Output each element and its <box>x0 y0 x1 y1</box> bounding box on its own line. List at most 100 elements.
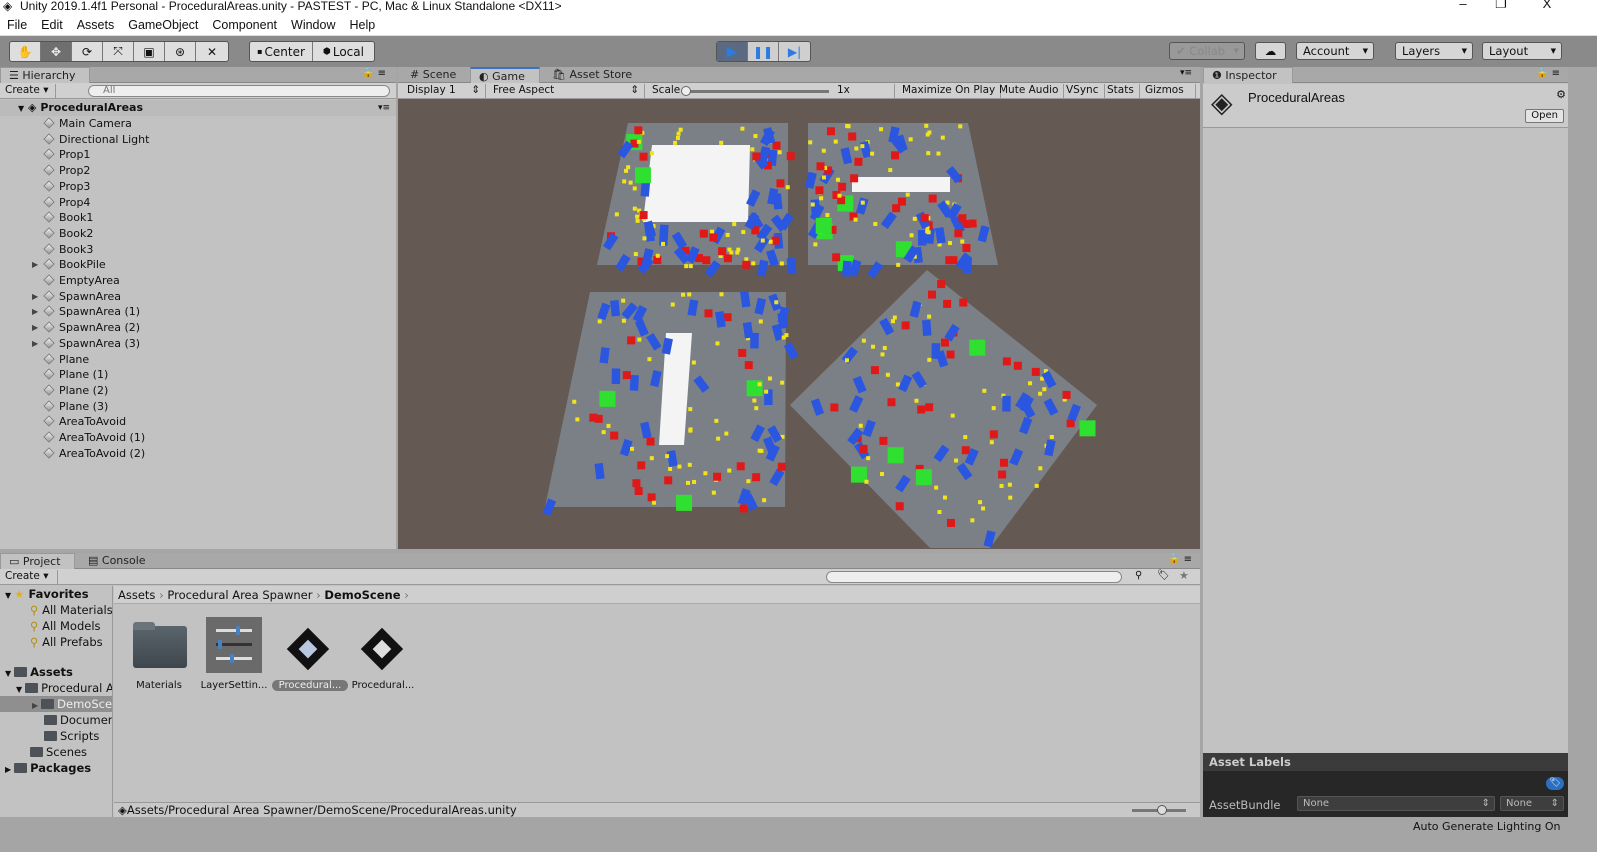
hierarchy-item[interactable]: ▶ SpawnArea (2) <box>0 320 140 336</box>
expand-triangle-icon[interactable]: ▶ <box>32 336 38 352</box>
project-search-input[interactable] <box>826 571 1122 583</box>
tab-game[interactable]: ◐ Game <box>470 67 540 83</box>
expand-triangle-icon[interactable]: ▶ <box>32 320 38 336</box>
menu-file[interactable]: File <box>0 17 34 35</box>
hierarchy-item[interactable]: Prop4 <box>0 195 90 211</box>
open-button[interactable]: Open <box>1525 109 1564 123</box>
asset-procedural-scene[interactable]: Procedural... <box>345 680 421 691</box>
hierarchy-item[interactable]: AreaToAvoid <box>0 414 126 430</box>
hierarchy-create-button[interactable]: Create ▾ <box>0 84 56 98</box>
rotate-tool-icon[interactable]: ⟳ <box>72 42 103 61</box>
tab-scene[interactable]: # Scene <box>402 67 464 83</box>
scale-handle[interactable] <box>681 86 691 96</box>
tab-hierarchy[interactable]: ☰ Hierarchy <box>0 67 90 83</box>
breadcrumb-assets[interactable]: Assets <box>118 588 155 602</box>
expand-triangle-icon[interactable]: ▶ <box>32 289 38 305</box>
gizmos-dropdown[interactable]: Gizmos ▾ <box>1140 84 1196 109</box>
hierarchy-item[interactable]: ▶ SpawnArea <box>0 289 121 305</box>
hierarchy-item[interactable]: Prop1 <box>0 147 90 163</box>
tree-documentation[interactable]: Documentation <box>44 712 112 728</box>
hierarchy-item[interactable]: AreaToAvoid (2) <box>0 446 145 462</box>
tab-project[interactable]: ▭ Project <box>0 553 75 569</box>
unity-scene-icon[interactable]: ◈ <box>280 616 336 675</box>
pivot-center-button[interactable]: ▪ Center <box>250 42 313 61</box>
menu-assets[interactable]: Assets <box>70 17 122 35</box>
icon-size-handle[interactable] <box>1157 805 1167 815</box>
breadcrumb-procedural[interactable]: Procedural Area Spawner <box>167 588 312 602</box>
asset-materials[interactable]: Materials <box>121 680 197 691</box>
display-dropdown[interactable]: Display 1 ⇕ <box>402 84 486 98</box>
hand-tool-icon[interactable]: ✋ <box>10 42 41 61</box>
filter-label-icon[interactable]: 🏷 <box>1157 570 1170 581</box>
hierarchy-item[interactable]: AreaToAvoid (1) <box>0 430 145 446</box>
tab-inspector[interactable]: ❶ Inspector <box>1203 67 1293 83</box>
game-viewport[interactable] <box>398 99 1200 549</box>
lock-menu-icon[interactable]: 🔒 ≡ <box>1168 554 1192 565</box>
menu-component[interactable]: Component <box>205 17 284 35</box>
scale-slider[interactable]: Scale 1x <box>647 84 895 98</box>
tree-all-models[interactable]: ⚲ All Models <box>30 618 101 634</box>
hierarchy-item[interactable]: ▶ SpawnArea (1) <box>0 304 140 320</box>
assetbundle-name-dropdown[interactable]: None ⇕ <box>1297 796 1495 811</box>
restore-button[interactable]: ❐ <box>1491 0 1511 10</box>
breadcrumb-demoscene[interactable]: DemoScene <box>324 588 400 602</box>
filter-type-icon[interactable]: ⚲ <box>1135 570 1142 581</box>
hierarchy-item[interactable]: ▶ BookPile <box>0 257 106 273</box>
tree-assets[interactable]: ▼ Assets <box>0 664 73 680</box>
hierarchy-item[interactable]: Main Camera <box>0 116 132 132</box>
tree-all-materials[interactable]: ⚲ All Materials <box>30 602 112 618</box>
tree-scripts[interactable]: Scripts <box>44 728 99 744</box>
tree-procedural[interactable]: ▼Procedural Area Spawner <box>16 680 112 696</box>
tab-asset-store[interactable]: 🛍 Asset Store <box>544 67 640 83</box>
hierarchy-item[interactable]: Book1 <box>0 210 93 226</box>
tree-demoscene[interactable]: ▶DemoScene <box>0 696 112 712</box>
assetbundle-variant-dropdown[interactable]: None ⇕ <box>1500 796 1564 811</box>
tab-console[interactable]: ▤ Console <box>80 553 154 569</box>
scene-menu-icon[interactable]: ▾≡ <box>378 100 390 116</box>
hierarchy-item[interactable]: Directional Light <box>0 132 149 148</box>
hierarchy-item[interactable]: Book3 <box>0 242 93 258</box>
menu-window[interactable]: Window <box>284 17 342 35</box>
hierarchy-item[interactable]: EmptyArea <box>0 273 120 289</box>
hierarchy-item[interactable]: Plane <box>0 352 89 368</box>
tree-scenes[interactable]: Scenes <box>30 744 87 760</box>
rect-tool-icon[interactable]: ▣ <box>134 42 165 61</box>
hierarchy-item[interactable]: ▶ SpawnArea (3) <box>0 336 140 352</box>
tree-all-prefabs[interactable]: ⚲ All Prefabs <box>30 634 103 650</box>
layout-dropdown[interactable]: Layout ▼ <box>1482 42 1562 60</box>
hierarchy-item[interactable]: Prop3 <box>0 179 90 195</box>
lock-menu-icon[interactable]: 🔒 ≡ <box>1536 68 1560 79</box>
tree-packages[interactable]: ▶ Packages <box>0 760 91 776</box>
hierarchy-item[interactable]: Plane (3) <box>0 399 108 415</box>
move-tool-icon[interactable]: ✥ <box>41 42 72 61</box>
label-tag-icon[interactable]: 🏷 <box>1546 777 1564 790</box>
favorite-star-icon[interactable]: ★ <box>1179 569 1189 582</box>
stats-toggle[interactable]: Stats <box>1102 84 1140 98</box>
expand-triangle-icon[interactable]: ▶ <box>32 304 38 320</box>
settings-sliders-icon[interactable] <box>206 617 262 673</box>
expand-triangle-icon[interactable]: ▶ <box>32 257 38 273</box>
menu-edit[interactable]: Edit <box>34 17 70 35</box>
project-create-button[interactable]: Create ▾ <box>0 570 58 584</box>
expand-triangle-icon[interactable]: ▼ <box>18 104 24 113</box>
cloud-button[interactable]: ☁ <box>1255 42 1286 60</box>
pause-button[interactable]: ❚❚ <box>748 42 780 61</box>
hierarchy-search-input[interactable]: All <box>88 85 390 97</box>
mute-audio-toggle[interactable]: Mute Audio <box>994 84 1065 98</box>
transform-tool-icon[interactable]: ⊛ <box>165 42 196 61</box>
step-button[interactable]: ▶| <box>779 42 810 61</box>
menu-help[interactable]: Help <box>342 17 382 35</box>
folder-icon[interactable] <box>131 620 187 676</box>
scene-root-row[interactable]: ▼ ◈ ProceduralAreas ▾≡ <box>0 100 396 116</box>
hierarchy-item[interactable]: Plane (2) <box>0 383 108 399</box>
pivot-local-button[interactable]: ⬢ Local <box>313 42 374 61</box>
close-button[interactable]: X <box>1537 0 1557 10</box>
settings-gear-icon[interactable]: ⚙ <box>1556 88 1566 101</box>
hierarchy-item[interactable]: Plane (1) <box>0 367 108 383</box>
tree-favorites[interactable]: ▼ ★ Favorites <box>0 586 89 602</box>
unity-scene-icon[interactable]: ◈ <box>354 616 410 675</box>
vsync-toggle[interactable]: VSync <box>1061 84 1105 98</box>
collab-dropdown[interactable]: ✔ Collab ▼ <box>1169 42 1245 60</box>
hierarchy-item[interactable]: Book2 <box>0 226 93 242</box>
custom-tool-icon[interactable]: ✕ <box>196 42 228 61</box>
